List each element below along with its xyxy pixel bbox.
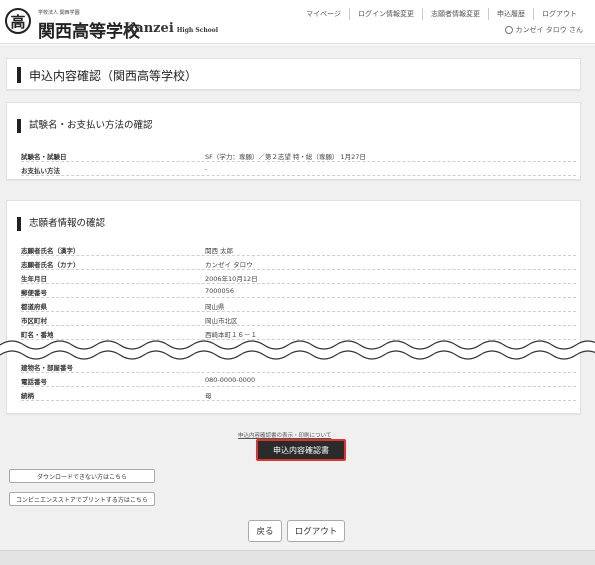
page-title-box: 申込内容確認（関西高等学校） bbox=[6, 58, 581, 90]
table-row: お支払い方法 - bbox=[21, 162, 576, 176]
user-info: カンゼイ タロウ さん bbox=[504, 25, 583, 35]
exam-panel-heading: 試験名・お支払い方法の確認 bbox=[17, 117, 153, 133]
site-header: 高 学校法人 関西学園 関西高等学校 Kanzei High School マイペ… bbox=[0, 0, 595, 44]
table-row: 電話番号 080-0000-0000 bbox=[21, 373, 576, 387]
page-title: 申込内容確認（関西高等学校） bbox=[29, 69, 198, 83]
nav-login-info-change[interactable]: ログイン情報変更 bbox=[349, 8, 422, 20]
row-value: SF（学力：専願）／第２志望 特・総（専願） 1月27日 bbox=[205, 153, 366, 161]
table-row: 郵便番号 7000056 bbox=[21, 284, 576, 298]
exam-panel-heading-text: 試験名・お支払い方法の確認 bbox=[29, 120, 153, 131]
row-value: 7000056 bbox=[205, 287, 234, 295]
exam-payment-panel: 試験名・お支払い方法の確認 試験名・試験日 SF（学力：専願）／第２志望 特・総… bbox=[6, 102, 581, 180]
title-accent-bar bbox=[17, 67, 21, 83]
applicant-panel-heading: 志願者情報の確認 bbox=[17, 215, 105, 231]
logout-button[interactable]: ログアウト bbox=[287, 520, 345, 542]
header-nav: マイページ ログイン情報変更 志願者情報変更 申込履歴 ログアウト bbox=[298, 8, 585, 20]
convenience-print-button[interactable]: コンビニエンスストアでプリントする方はこちら bbox=[9, 492, 155, 506]
row-value: 2006年10月12日 bbox=[205, 275, 258, 283]
table-row: 志願者氏名（カナ） カンゼイ タロウ bbox=[21, 256, 576, 270]
row-value: 岡山市北区 bbox=[205, 317, 238, 325]
table-row: 市区町村 岡山市北区 bbox=[21, 312, 576, 326]
row-value: 080-0000-0000 bbox=[205, 376, 256, 384]
download-help-button[interactable]: ダウンロードできない方はこちら bbox=[9, 469, 155, 483]
table-row: 生年月日 2006年10月12日 bbox=[21, 270, 576, 284]
row-value: カンゼイ タロウ bbox=[205, 261, 253, 269]
heading-accent-bar bbox=[17, 118, 21, 133]
table-row: 志願者氏名（漢字） 関西 太郎 bbox=[21, 242, 576, 256]
row-value: 関西 太郎 bbox=[205, 247, 234, 255]
screenshot-break-wave bbox=[0, 340, 595, 360]
row-label: 郵便番号 bbox=[21, 289, 47, 297]
row-value: 母 bbox=[205, 392, 212, 400]
nav-mypage[interactable]: マイページ bbox=[298, 8, 349, 20]
school-english-sub: High School bbox=[176, 27, 218, 34]
applicant-info-panel: 志願者情報の確認 志願者氏名（漢字） 関西 太郎 志願者氏名（カナ） カンゼイ タロ… bbox=[6, 200, 581, 414]
confirmation-doc-link[interactable]: 申込内容確認書の表示・印刷について bbox=[238, 431, 331, 439]
row-label: 志願者氏名（漢字） bbox=[21, 247, 80, 255]
page-bottom-strip bbox=[0, 550, 595, 565]
row-label: 志願者氏名（カナ） bbox=[21, 261, 80, 269]
nav-applicant-info-change[interactable]: 志願者情報変更 bbox=[422, 8, 488, 20]
confirmation-doc-button[interactable]: 申込内容確認書 bbox=[256, 439, 346, 461]
row-label: 電話番号 bbox=[21, 378, 47, 386]
main-content: 申込内容確認（関西高等学校） 試験名・お支払い方法の確認 試験名・試験日 SF（… bbox=[0, 45, 595, 565]
row-label: 都道府県 bbox=[21, 303, 47, 311]
row-label: お支払い方法 bbox=[21, 167, 60, 175]
school-english-name: Kanzei High School bbox=[124, 21, 218, 36]
row-value: - bbox=[205, 165, 208, 173]
row-label: 試験名・試験日 bbox=[21, 153, 67, 161]
applicant-panel-heading-text: 志願者情報の確認 bbox=[29, 218, 106, 229]
row-value: 岡山県 bbox=[205, 303, 225, 311]
row-label: 市区町村 bbox=[21, 317, 47, 325]
school-logo: 高 bbox=[5, 8, 31, 34]
table-row: 都道府県 岡山県 bbox=[21, 298, 576, 312]
table-row: 続柄 母 bbox=[21, 387, 576, 401]
row-label: 生年月日 bbox=[21, 275, 47, 283]
table-row: 試験名・試験日 SF（学力：専願）／第２志望 特・総（専願） 1月27日 bbox=[21, 148, 576, 162]
user-icon bbox=[504, 26, 513, 34]
school-corporation-label: 学校法人 関西学園 bbox=[38, 10, 80, 16]
heading-accent-bar bbox=[17, 216, 21, 231]
row-label: 続柄 bbox=[21, 392, 34, 400]
user-name: カンゼイ タロウ さん bbox=[515, 26, 583, 34]
nav-application-history[interactable]: 申込履歴 bbox=[488, 8, 533, 20]
school-english-main: Kanzei bbox=[124, 21, 174, 36]
nav-logout[interactable]: ログアウト bbox=[533, 8, 585, 20]
back-button[interactable]: 戻る bbox=[248, 520, 282, 542]
